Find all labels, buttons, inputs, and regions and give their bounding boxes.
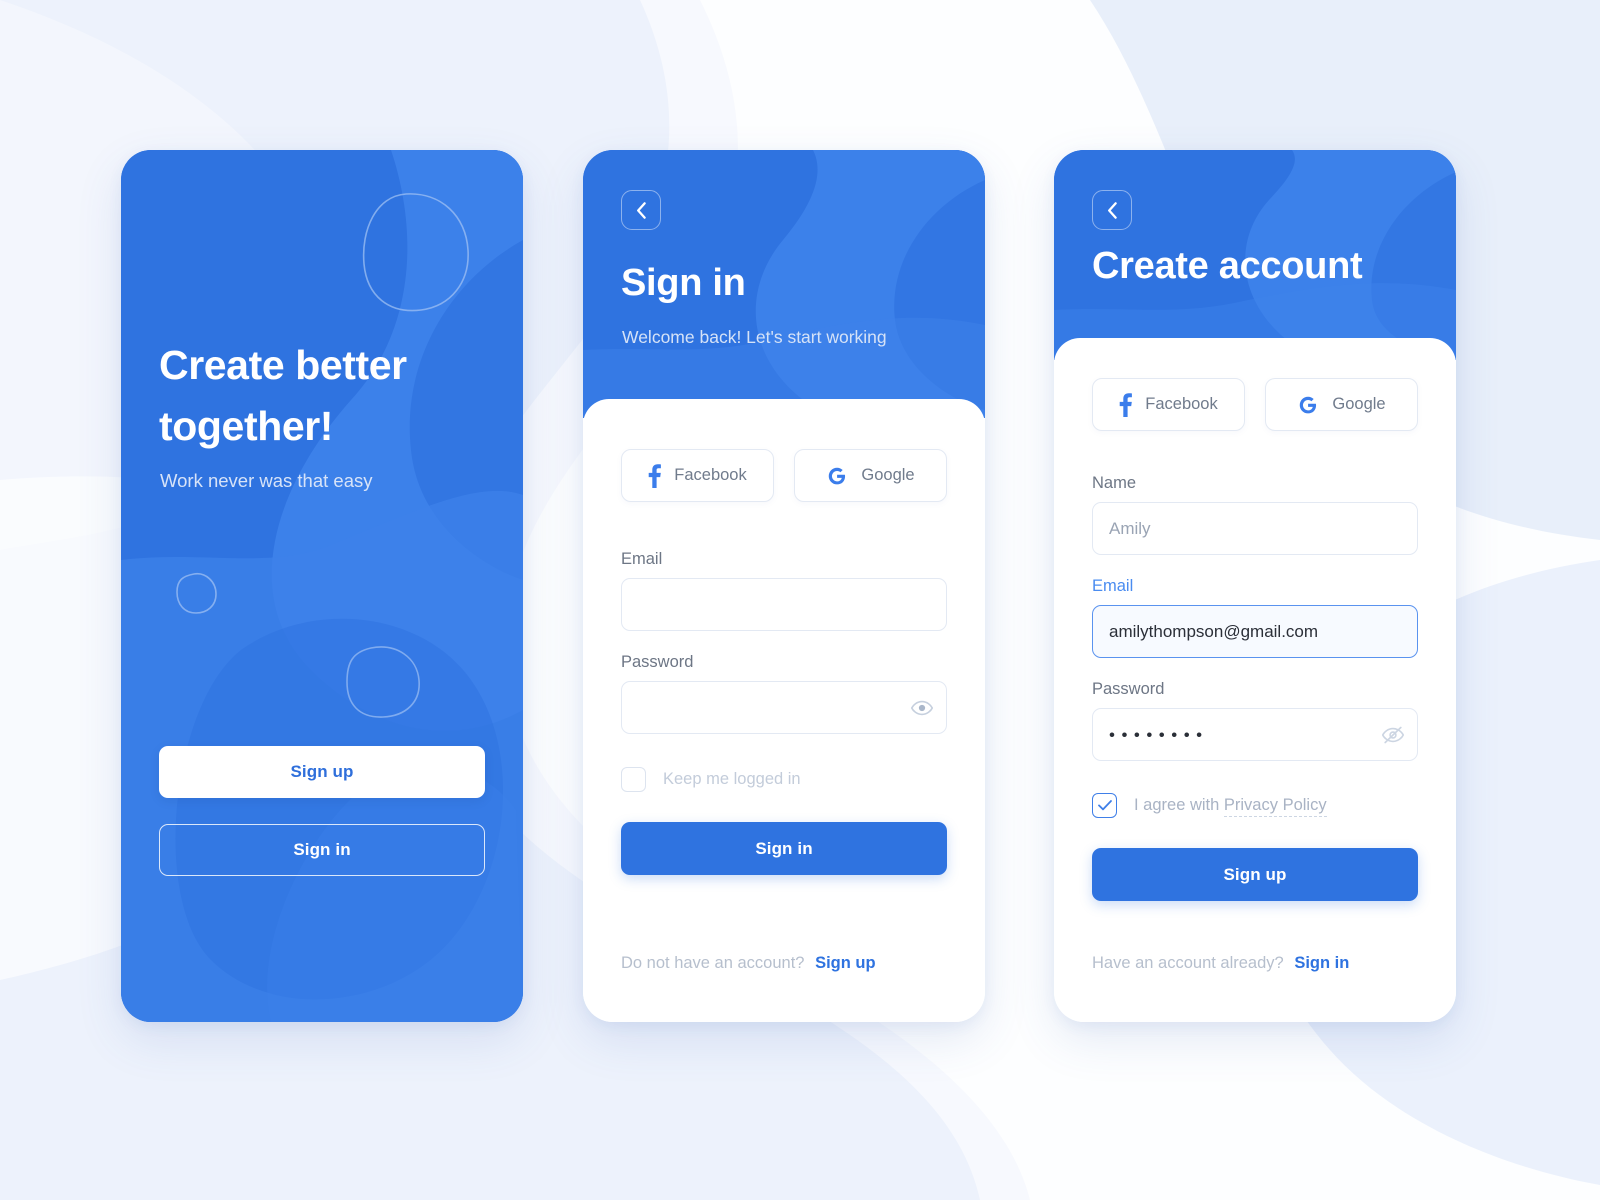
signin-footer-text: Do not have an account?: [621, 954, 805, 972]
keep-logged-in-label: Keep me logged in: [663, 770, 801, 788]
toggle-password-visibility-button[interactable]: [1382, 726, 1404, 743]
password-input[interactable]: [1092, 708, 1418, 761]
facebook-login-label: Facebook: [1145, 395, 1218, 413]
signin-link[interactable]: Sign in: [1294, 954, 1349, 972]
sign-up-button[interactable]: Sign up: [159, 746, 485, 798]
name-input[interactable]: [1092, 502, 1418, 555]
signup-hero: Create account: [1054, 150, 1456, 360]
google-login-button[interactable]: Google: [1265, 378, 1418, 431]
eye-off-icon: [1382, 726, 1404, 743]
keep-logged-in-row[interactable]: Keep me logged in: [621, 767, 947, 792]
signin-hero: Sign in Welcome back! Let's start workin…: [583, 150, 985, 418]
signup-footer: Have an account already? Sign in: [1092, 954, 1349, 973]
agree-privacy-checkbox[interactable]: [1092, 793, 1117, 818]
password-label: Password: [1092, 680, 1165, 698]
facebook-login-button[interactable]: Facebook: [1092, 378, 1245, 431]
facebook-login-button[interactable]: Facebook: [621, 449, 774, 502]
signup-submit-button[interactable]: Sign up: [1092, 848, 1418, 901]
signin-screen: Sign in Welcome back! Let's start workin…: [583, 150, 985, 1022]
signin-title: Sign in: [621, 262, 746, 304]
signup-screen: Create account Facebook Google Name Amil…: [1054, 150, 1456, 1022]
email-label: Email: [621, 550, 663, 568]
privacy-policy-link[interactable]: Privacy Policy: [1223, 796, 1327, 817]
sign-in-button[interactable]: Sign in: [159, 824, 485, 876]
agree-privacy-label: I agree with Privacy Policy: [1134, 796, 1327, 817]
email-label: Email: [1092, 577, 1134, 595]
facebook-icon: [648, 463, 662, 488]
signup-link[interactable]: Sign up: [815, 954, 876, 972]
onboarding-screen: Create better together! Work never was t…: [121, 150, 523, 1022]
chevron-left-icon: [1107, 201, 1117, 219]
check-icon: [1097, 800, 1112, 811]
password-input[interactable]: [621, 681, 947, 734]
signup-name-field: Name: [1092, 474, 1418, 555]
email-input[interactable]: [621, 578, 947, 631]
back-button[interactable]: [621, 190, 661, 230]
name-label: Name: [1092, 474, 1137, 492]
signup-title: Create account: [1092, 245, 1363, 287]
onboarding-title: Create better together!: [159, 342, 407, 449]
google-icon: [829, 467, 846, 484]
back-button[interactable]: [1092, 190, 1132, 230]
agree-privacy-prefix: I agree with: [1134, 796, 1220, 814]
keep-logged-in-checkbox[interactable]: [621, 767, 646, 792]
signup-form-sheet: Facebook Google Name Amily Email amilyth…: [1054, 338, 1456, 1022]
agree-privacy-row[interactable]: I agree with Privacy Policy: [1092, 793, 1418, 818]
app-canvas: Create better together! Work never was t…: [0, 0, 1600, 1200]
chevron-left-icon: [636, 201, 646, 219]
onboarding-hero: Create better together! Work never was t…: [121, 150, 523, 1022]
google-icon: [1300, 396, 1317, 413]
google-login-label: Google: [1332, 395, 1386, 413]
signin-footer: Do not have an account? Sign up: [621, 954, 876, 973]
signin-subtitle: Welcome back! Let's start working: [622, 327, 887, 347]
signin-email-field: Email: [621, 550, 947, 631]
signup-social-row: Facebook Google: [1092, 378, 1418, 431]
password-label: Password: [621, 653, 694, 671]
facebook-login-label: Facebook: [674, 466, 747, 484]
eye-icon: [911, 700, 933, 715]
signup-password-field: Password ••••••••: [1092, 680, 1418, 761]
facebook-icon: [1119, 392, 1133, 417]
signup-email-field: Email: [1092, 577, 1418, 658]
toggle-password-visibility-button[interactable]: [911, 700, 933, 715]
signin-form-sheet: Facebook Google Email Password Keep me l…: [583, 399, 985, 1022]
email-input[interactable]: [1092, 605, 1418, 658]
signin-password-field: Password: [621, 653, 947, 734]
signin-social-row: Facebook Google: [621, 449, 947, 502]
google-login-label: Google: [861, 466, 915, 484]
signup-footer-text: Have an account already?: [1092, 954, 1284, 972]
signin-submit-button[interactable]: Sign in: [621, 822, 947, 875]
onboarding-actions: Sign up Sign in: [159, 746, 485, 876]
google-login-button[interactable]: Google: [794, 449, 947, 502]
hero-blob-decoration: [121, 150, 523, 1022]
onboarding-subtitle: Work never was that easy: [160, 470, 373, 491]
